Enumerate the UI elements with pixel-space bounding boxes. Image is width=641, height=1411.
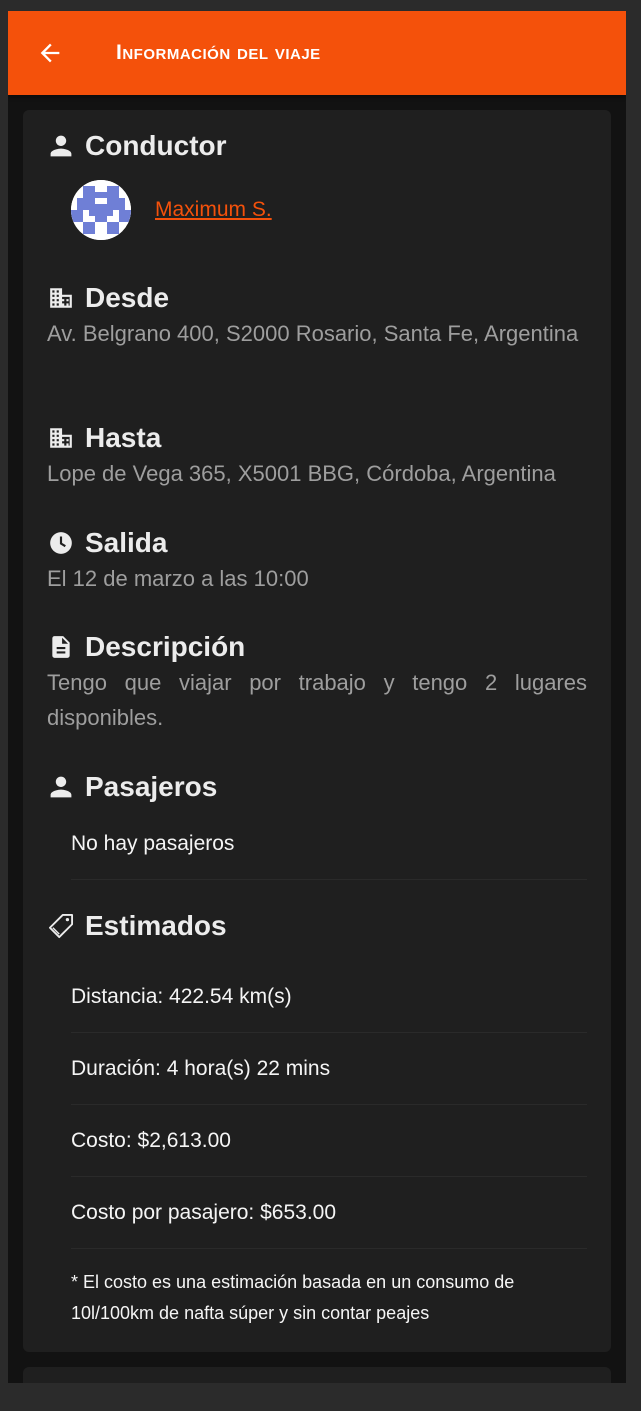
page-title: Información del viaje xyxy=(116,41,321,64)
to-address: Lope de Vega 365, X5001 BBG, Córdoba, Ar… xyxy=(47,461,556,486)
departure-section: Salida El 12 de marzo a las 10:00 xyxy=(47,527,587,596)
building-icon xyxy=(47,424,75,452)
departure-text: El 12 de marzo a las 10:00 xyxy=(47,566,309,591)
to-section: Hasta Lope de Vega 365, X5001 BBG, Córdo… xyxy=(47,422,587,491)
from-heading: Desde xyxy=(47,282,587,314)
cost-note: * El costo es una estimación basada en u… xyxy=(71,1272,515,1323)
passengers-heading-label: Pasajeros xyxy=(85,771,218,802)
building-icon xyxy=(47,284,75,312)
app-window: Información del viaje Conductor Maximum … xyxy=(8,11,626,1383)
to-heading: Hasta xyxy=(47,422,587,454)
description-heading-label: Descripción xyxy=(85,631,246,662)
estimates-heading-label: Estimados xyxy=(85,910,227,941)
back-button[interactable] xyxy=(8,11,92,95)
description-text: Tengo que viajar por trabajo y tengo 2 l… xyxy=(47,670,587,730)
estimates-section: Estimados xyxy=(47,910,587,942)
person-icon xyxy=(47,773,75,801)
departure-heading: Salida xyxy=(47,527,587,559)
from-heading-label: Desde xyxy=(85,282,170,313)
secondary-card xyxy=(23,1367,611,1383)
departure-heading-label: Salida xyxy=(85,527,168,558)
person-icon xyxy=(47,132,75,160)
passengers-heading: Pasajeros xyxy=(47,771,587,803)
driver-section: Conductor xyxy=(47,130,587,162)
from-address: Av. Belgrano 400, S2000 Rosario, Santa F… xyxy=(47,321,579,346)
description-heading: Descripción xyxy=(47,631,587,663)
driver-row: Maximum S. xyxy=(71,180,272,240)
from-section: Desde Av. Belgrano 400, S2000 Rosario, S… xyxy=(47,282,587,351)
passengers-section: Pasajeros xyxy=(47,771,587,803)
driver-name-link[interactable]: Maximum S. xyxy=(155,198,272,222)
driver-heading: Conductor xyxy=(47,130,587,162)
estimate-cost-per-passenger: Costo por pasajero: $653.00 xyxy=(71,1177,587,1249)
avatar[interactable] xyxy=(71,180,131,240)
document-icon xyxy=(47,633,75,661)
estimates-heading: Estimados xyxy=(47,910,587,942)
app-bar: Información del viaje xyxy=(8,11,626,95)
passengers-list: No hay pasajeros xyxy=(71,808,587,880)
trip-info-card: Conductor Maximum S. Desde Av. Belgrano … xyxy=(23,110,611,1352)
estimate-duration: Duración: 4 hora(s) 22 mins xyxy=(71,1033,587,1105)
to-heading-label: Hasta xyxy=(85,422,162,453)
estimates-list: Distancia: 422.54 km(s) Duración: 4 hora… xyxy=(71,961,587,1329)
tag-icon xyxy=(47,912,75,940)
estimate-cost: Costo: $2,613.00 xyxy=(71,1105,587,1177)
clock-icon xyxy=(47,529,75,557)
arrow-left-icon xyxy=(40,43,60,63)
description-section: Descripción Tengo que viajar por trabajo… xyxy=(47,631,587,735)
estimate-distance: Distancia: 422.54 km(s) xyxy=(71,961,587,1033)
list-item: No hay pasajeros xyxy=(71,808,587,880)
driver-heading-label: Conductor xyxy=(85,130,227,161)
